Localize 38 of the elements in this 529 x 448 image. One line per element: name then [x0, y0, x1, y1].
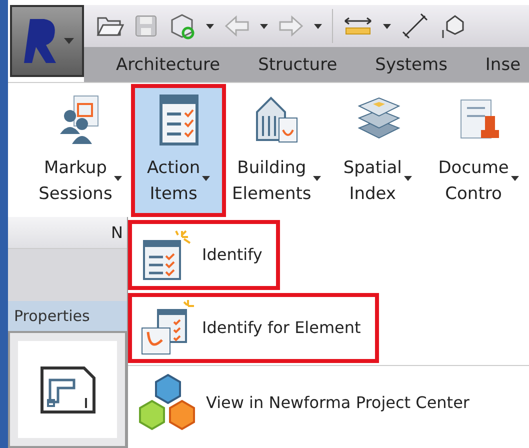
- menu-item-label: Identify: [202, 244, 262, 266]
- ribbon-tab[interactable]: Inse: [485, 52, 521, 78]
- button-label: Markup Sessions: [38, 157, 112, 206]
- caret-icon: [510, 176, 519, 181]
- ribbon-button[interactable]: Spatial Index: [327, 84, 428, 217]
- menu-item[interactable]: Identify: [128, 220, 280, 290]
- ribbon-tab[interactable]: Architecture: [116, 52, 220, 78]
- menu-item-label: Identify for Element: [202, 317, 361, 339]
- ribbon-button[interactable]: Action Items: [130, 84, 226, 217]
- menu-item[interactable]: Identify for Element: [128, 293, 379, 363]
- app-menu-button[interactable]: [10, 5, 84, 77]
- hexagons-icon: [138, 373, 198, 433]
- caret-icon: [313, 176, 322, 181]
- button-label: Building Elements: [232, 157, 312, 206]
- ribbon-tab[interactable]: Structure: [258, 52, 338, 78]
- caret-icon: [202, 176, 210, 181]
- caret-icon[interactable]: [383, 24, 391, 28]
- button-label: Spatial Index: [343, 157, 402, 206]
- properties-title: Properties: [14, 306, 90, 327]
- caret-icon[interactable]: [314, 24, 322, 28]
- menu-item[interactable]: View in Newforma Project Center: [128, 368, 488, 438]
- ribbon-button[interactable]: Markup Sessions: [30, 84, 131, 217]
- ribbon-button[interactable]: Building Elements: [226, 84, 328, 217]
- caret-icon: [404, 176, 412, 181]
- aligned-dimension-icon[interactable]: [401, 12, 429, 40]
- caret-icon: [64, 38, 74, 44]
- menu-item-label: View in Newforma Project Center: [206, 392, 470, 414]
- measure-icon[interactable]: [343, 15, 373, 37]
- ribbon-button[interactable]: Docume Contro: [428, 84, 529, 217]
- button-label: Docume Contro: [438, 157, 509, 206]
- caret-icon: [114, 176, 122, 181]
- panel-label: N: [111, 222, 123, 244]
- caret-icon[interactable]: [260, 24, 268, 28]
- ribbon-tab[interactable]: Systems: [375, 52, 448, 78]
- caret-icon[interactable]: [206, 24, 214, 28]
- button-label: Action Items: [146, 157, 200, 206]
- checklist-icon: [158, 94, 199, 146]
- floor-plan-icon: [40, 366, 96, 414]
